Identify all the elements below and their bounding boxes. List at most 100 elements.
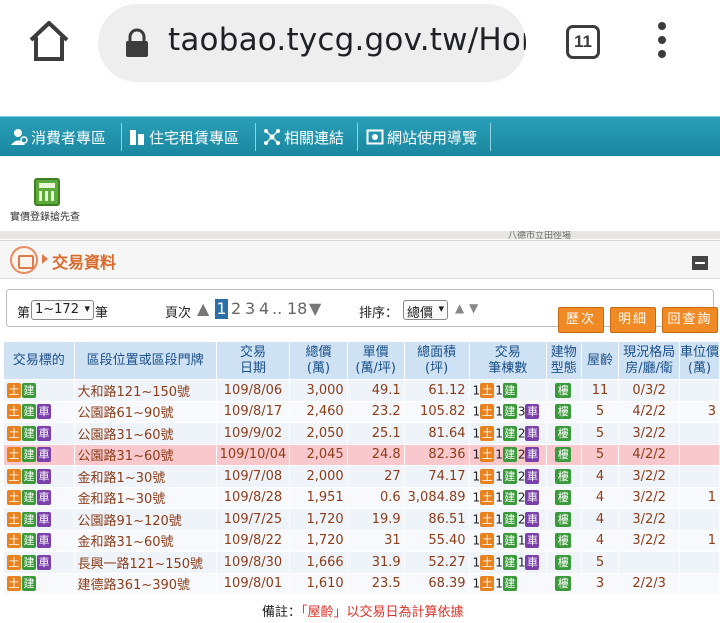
count-badge: 建 (502, 382, 517, 398)
tab-switcher-button[interactable]: 11 (566, 25, 600, 59)
sort-desc-icon[interactable]: ▼ (469, 301, 478, 315)
cell-counts: 1土1建2車 (468, 465, 548, 488)
count-badge: 建 (502, 533, 517, 549)
cell-counts: 1土1建2車 (468, 486, 548, 509)
count-number: 1 (495, 469, 503, 484)
cell-area: 61.12 (403, 379, 470, 402)
table-row[interactable]: 土建車公園路31~60號 109/9/02 2,050 25.1 81.64 1 土 1 建 2 車… (3, 422, 720, 445)
cell-date: 109/10/04 (215, 443, 291, 466)
count-badge: 建 (502, 490, 517, 506)
count-number: 1 (472, 512, 481, 527)
cell-unit-price: 25.1 (346, 422, 405, 445)
building-type-badge: 樓 (555, 554, 572, 570)
history-button[interactable]: 歷次 (558, 307, 604, 333)
tag-badge: 車 (37, 533, 51, 549)
panel-header: 交易資料 (0, 241, 720, 279)
cell-layout: 3/2/2 (618, 486, 680, 509)
sort-asc-icon[interactable]: ▲ (455, 301, 464, 315)
current-page[interactable]: 1 (215, 299, 228, 319)
table-row[interactable]: 土建車金和路31~60號 109/8/22 1,720 31 55.40 1 土 1 建 1 車樓 4… (3, 529, 720, 552)
page-link[interactable]: 2 (231, 299, 241, 318)
detail-button[interactable]: 明細 (610, 307, 656, 333)
page-range-select[interactable]: 1~172 (31, 300, 94, 320)
quick-link-label[interactable]: 實價登錄搶先查 (10, 208, 80, 223)
tag-badge: 土 (7, 490, 21, 506)
cell-unit-price: 19.9 (346, 508, 405, 531)
count-badge: 建 (502, 447, 517, 463)
cell-address: 公園路31~60號 (73, 443, 217, 466)
column-header: 單價 (萬/坪) (346, 341, 405, 380)
tag-badge: 車 (37, 447, 51, 463)
table-row[interactable]: 土建建德路361~390號 109/8/01 1,610 23.5 68.39 1 土 1 建樓… (3, 572, 720, 595)
prev-page-icon[interactable]: ▲ (197, 299, 209, 318)
count-badge: 土 (480, 490, 495, 506)
page-link[interactable]: 3 (245, 299, 255, 318)
cell-age: 4 (580, 465, 620, 488)
cell-age: 3 (580, 572, 620, 595)
cell-layout: 3/2/2 (618, 465, 680, 488)
home-icon[interactable] (26, 18, 72, 64)
cell-date: 109/7/08 (215, 465, 291, 488)
cell-building-type: 樓 (546, 422, 582, 445)
cell-age: 4 (580, 529, 620, 552)
table-row[interactable]: 土建車公園路61~90號 109/8/17 2,460 23.2 105.82 1 土 1 建 3… (3, 400, 720, 423)
count-badge: 建 (502, 404, 517, 420)
pager-label: 頁次 (165, 306, 192, 321)
count-badge: 車 (525, 447, 540, 463)
cell-building-type: 樓 (546, 486, 582, 509)
count-number: 2 (517, 469, 526, 484)
building-type-badge: 樓 (555, 576, 572, 592)
tag-badge: 建 (22, 404, 36, 420)
transaction-table: 交易標的 區段位置或區段門牌 交易 日期 總價 (萬) 單價 (萬/坪) 總面積 (坪) 交易 筆棟數… (3, 341, 720, 595)
nav-links[interactable]: 相關連結 (263, 117, 344, 157)
column-header-text: 型態 (550, 360, 577, 376)
table-row[interactable]: 土建車長興一路121~150號 109/8/30 1,666 31.9 52.27 1 土 1… (3, 551, 720, 574)
tag-badge: 車 (37, 468, 51, 484)
sort-select[interactable]: 總價 (403, 300, 449, 321)
page-link[interactable]: 4 (259, 299, 269, 318)
nav-rental[interactable]: 住宅租賃專區 (128, 117, 239, 157)
lock-icon (126, 28, 148, 57)
count-number: 1 (472, 576, 481, 591)
page-link[interactable]: 18 (287, 299, 307, 318)
building-type-badge: 樓 (555, 382, 572, 398)
cell-age: 5 (580, 443, 620, 466)
address-bar[interactable]: taobao.tycg.gov.tw/Hom (98, 4, 526, 82)
footnote-prefix: 備註： (262, 605, 302, 620)
table-row[interactable]: 土建車公園路91~120號 109/7/25 1,720 19.9 86.51 1 土 1 建 2… (3, 508, 720, 531)
next-page-icon[interactable]: ▼ (309, 299, 321, 318)
url-text: taobao.tycg.gov.tw/Hom (168, 22, 526, 58)
calculator-icon[interactable] (34, 178, 60, 206)
panel-title: 交易資料 (52, 253, 117, 272)
nav-guide[interactable]: 網站使用導覽 (366, 117, 477, 157)
cell-total-price: 1,666 (289, 551, 348, 574)
cell-counts: 1土1建2車 (468, 508, 548, 531)
nav-divider (357, 123, 358, 151)
minimize-icon[interactable] (692, 256, 708, 270)
tag-badge: 土 (7, 576, 21, 592)
cell-area: 86.51 (403, 508, 470, 531)
back-to-search-button[interactable]: 回查詢 (662, 307, 718, 333)
cell-age: 5 (580, 400, 620, 423)
cell-total-price: 2,000 (289, 465, 348, 488)
table-body: 土建大和路121~150號 109/8/06 3,000 49.1 61.12 1 土 1 建樓… (3, 379, 720, 595)
tag-badge: 建 (22, 490, 36, 506)
table-row[interactable]: 土建車金和路1~30號 109/8/28 1,951 0.6 3,084.89 1 土 1 建 2… (3, 486, 720, 509)
cell-layout: 4/2/2 (618, 400, 680, 423)
building-type-badge: 樓 (555, 468, 572, 484)
cell-total-price: 1,720 (289, 529, 348, 552)
table-row[interactable]: 土建大和路121~150號 109/8/06 3,000 49.1 61.12 1 土 1 建樓… (3, 379, 720, 402)
table-row[interactable]: 土建車公園路31~60號 109/10/04 2,045 24.8 82.36 1 土 1 建 2… (3, 443, 720, 466)
cell-area: 68.39 (403, 572, 470, 595)
pager-bar: 第 1~172 筆 頁次 ▲ 1 2 3 4 .. 18 ▼ 排序： 總價 ▲ … (6, 289, 714, 327)
tag-badge: 土 (7, 404, 21, 420)
arrow-right-icon (42, 254, 48, 264)
cell-address: 長興一路121~150號 (73, 551, 217, 574)
count-badge: 土 (480, 468, 495, 484)
nav-consumer[interactable]: 消費者專區 (10, 117, 106, 157)
cell-address: 公園路91~120號 (73, 508, 217, 531)
more-menu-icon[interactable] (654, 22, 670, 62)
table-row[interactable]: 土建車金和路1~30號 109/7/08 2,000 27 74.17 1 土 1 建 2 車樓 4 3… (3, 465, 720, 488)
cell-area: 74.17 (403, 465, 470, 488)
building-type-badge: 樓 (555, 533, 572, 549)
